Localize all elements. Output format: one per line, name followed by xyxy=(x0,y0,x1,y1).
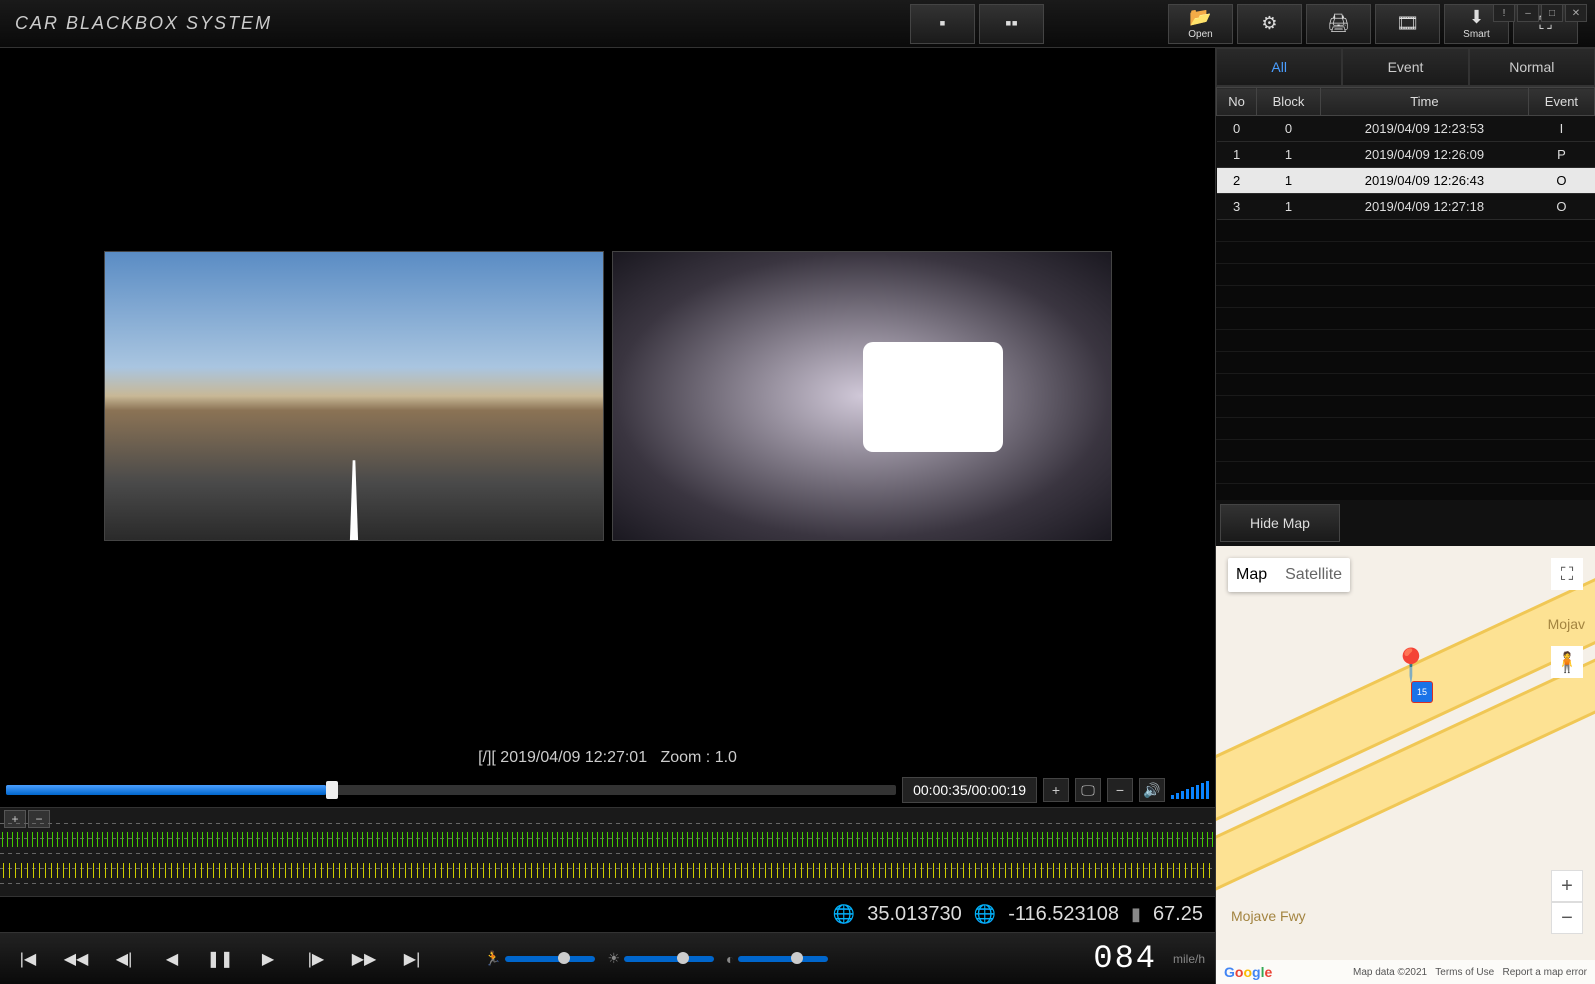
progress-slider[interactable] xyxy=(6,785,896,795)
screen-mode-button[interactable]: 🖵 xyxy=(1075,778,1101,802)
globe-icon: 🌐 xyxy=(974,904,996,925)
film-icon: 🎞 xyxy=(1396,13,1419,34)
export-button[interactable]: 🎞 xyxy=(1375,4,1440,44)
zoom-out-button[interactable]: − xyxy=(1107,778,1133,802)
map-zoom-out-button[interactable]: − xyxy=(1551,902,1583,934)
settings-button[interactable]: ⚙ xyxy=(1237,4,1302,44)
play-reverse-button[interactable]: ◀ xyxy=(154,941,190,977)
map-tab-satellite[interactable]: Satellite xyxy=(1285,566,1342,584)
printer-icon: 🖨 xyxy=(1327,13,1350,34)
gsensor-minus-button[interactable]: − xyxy=(28,810,50,828)
download-icon: ⬇ xyxy=(1469,7,1484,28)
rewind-button[interactable]: ◀◀ xyxy=(58,941,94,977)
map-zoom-in-button[interactable]: + xyxy=(1551,870,1583,902)
play-button[interactable]: ▶ xyxy=(250,941,286,977)
table-row[interactable]: 212019/04/09 12:26:43O xyxy=(1217,168,1595,194)
pause-button[interactable]: ❚❚ xyxy=(202,941,238,977)
contrast-slider[interactable] xyxy=(738,956,828,962)
event-table: No Block Time Event 002019/04/09 12:23:5… xyxy=(1216,87,1595,500)
front-camera-view[interactable] xyxy=(104,251,604,541)
tab-event[interactable]: Event xyxy=(1342,48,1468,86)
pegman-button[interactable]: 🧍 xyxy=(1551,646,1583,678)
step-back-button[interactable]: ◀| xyxy=(106,941,142,977)
col-no[interactable]: No xyxy=(1217,88,1257,116)
layout-1-button[interactable]: ▪ xyxy=(910,4,975,44)
maximize-button[interactable]: □ xyxy=(1541,4,1563,22)
terms-link[interactable]: Terms of Use xyxy=(1435,967,1494,978)
tab-normal[interactable]: Normal xyxy=(1469,48,1595,86)
time-display: 00:00:35/00:00:19 xyxy=(902,777,1037,803)
road-label: Mojave Fwy xyxy=(1231,908,1306,924)
step-forward-button[interactable]: |▶ xyxy=(298,941,334,977)
brightness-slider[interactable] xyxy=(624,956,714,962)
gsensor-graph: + − xyxy=(0,807,1215,897)
tab-all[interactable]: All xyxy=(1216,48,1342,86)
open-button[interactable]: 📂Open xyxy=(1168,4,1233,44)
rear-camera-view[interactable] xyxy=(612,251,1112,541)
volume-level[interactable] xyxy=(1171,781,1209,799)
map-fullscreen-button[interactable]: ⛶ xyxy=(1551,558,1583,590)
zoom-in-button[interactable]: + xyxy=(1043,778,1069,802)
map-view[interactable]: Map Satellite ⛶ Mojave Fwy Mojav 📍 15 🧍 … xyxy=(1216,546,1595,984)
globe-icon: 🌐 xyxy=(833,904,855,925)
app-title: CAR BLACKBOX SYSTEM xyxy=(15,13,272,34)
road-label: Mojav xyxy=(1548,616,1585,632)
info-button[interactable]: ! xyxy=(1493,4,1515,22)
report-link[interactable]: Report a map error xyxy=(1503,967,1587,978)
map-pin-icon: 📍 xyxy=(1391,646,1431,684)
hide-map-button[interactable]: Hide Map xyxy=(1220,504,1340,542)
table-row[interactable]: 112019/04/09 12:26:09P xyxy=(1217,142,1595,168)
speed-icon: 🏃 xyxy=(484,950,501,967)
map-tab-map[interactable]: Map xyxy=(1236,566,1267,584)
layout-2-button[interactable]: ▪▪ xyxy=(979,4,1044,44)
minimize-button[interactable]: – xyxy=(1517,4,1539,22)
video-area xyxy=(0,48,1215,743)
col-event[interactable]: Event xyxy=(1528,88,1594,116)
contrast-icon: ◐ xyxy=(726,951,734,967)
volume-button[interactable]: 🔊 xyxy=(1139,778,1165,802)
google-logo: Google xyxy=(1224,964,1272,980)
col-time[interactable]: Time xyxy=(1320,88,1528,116)
playback-speed-slider[interactable] xyxy=(505,956,595,962)
playback-status: [/][ 2019/04/09 12:27:01 Zoom : 1.0 xyxy=(0,743,1215,773)
skip-end-button[interactable]: ▶| xyxy=(394,941,430,977)
speed-value: 084 xyxy=(1093,940,1157,977)
skip-start-button[interactable]: |◀ xyxy=(10,941,46,977)
titlebar: CAR BLACKBOX SYSTEM ▪ ▪▪ 📂Open ⚙ 🖨 🎞 ⬇Sm… xyxy=(0,0,1595,48)
altitude-icon: ▮ xyxy=(1131,904,1141,925)
gps-coords: 🌐 35.013730 🌐 -116.523108 ▮ 67.25 xyxy=(0,897,1215,932)
brightness-icon: ☀ xyxy=(607,950,620,967)
highway-shield: 15 xyxy=(1411,681,1433,703)
close-button[interactable]: ✕ xyxy=(1565,4,1587,22)
fast-forward-button[interactable]: ▶▶ xyxy=(346,941,382,977)
speed-unit: mile/h xyxy=(1173,952,1205,966)
col-block[interactable]: Block xyxy=(1257,88,1321,116)
gsensor-plus-button[interactable]: + xyxy=(4,810,26,828)
gear-icon: ⚙ xyxy=(1261,13,1277,34)
open-icon: 📂 xyxy=(1189,7,1211,28)
print-button[interactable]: 🖨 xyxy=(1306,4,1371,44)
table-row[interactable]: 002019/04/09 12:23:53I xyxy=(1217,116,1595,142)
table-row[interactable]: 312019/04/09 12:27:18O xyxy=(1217,194,1595,220)
